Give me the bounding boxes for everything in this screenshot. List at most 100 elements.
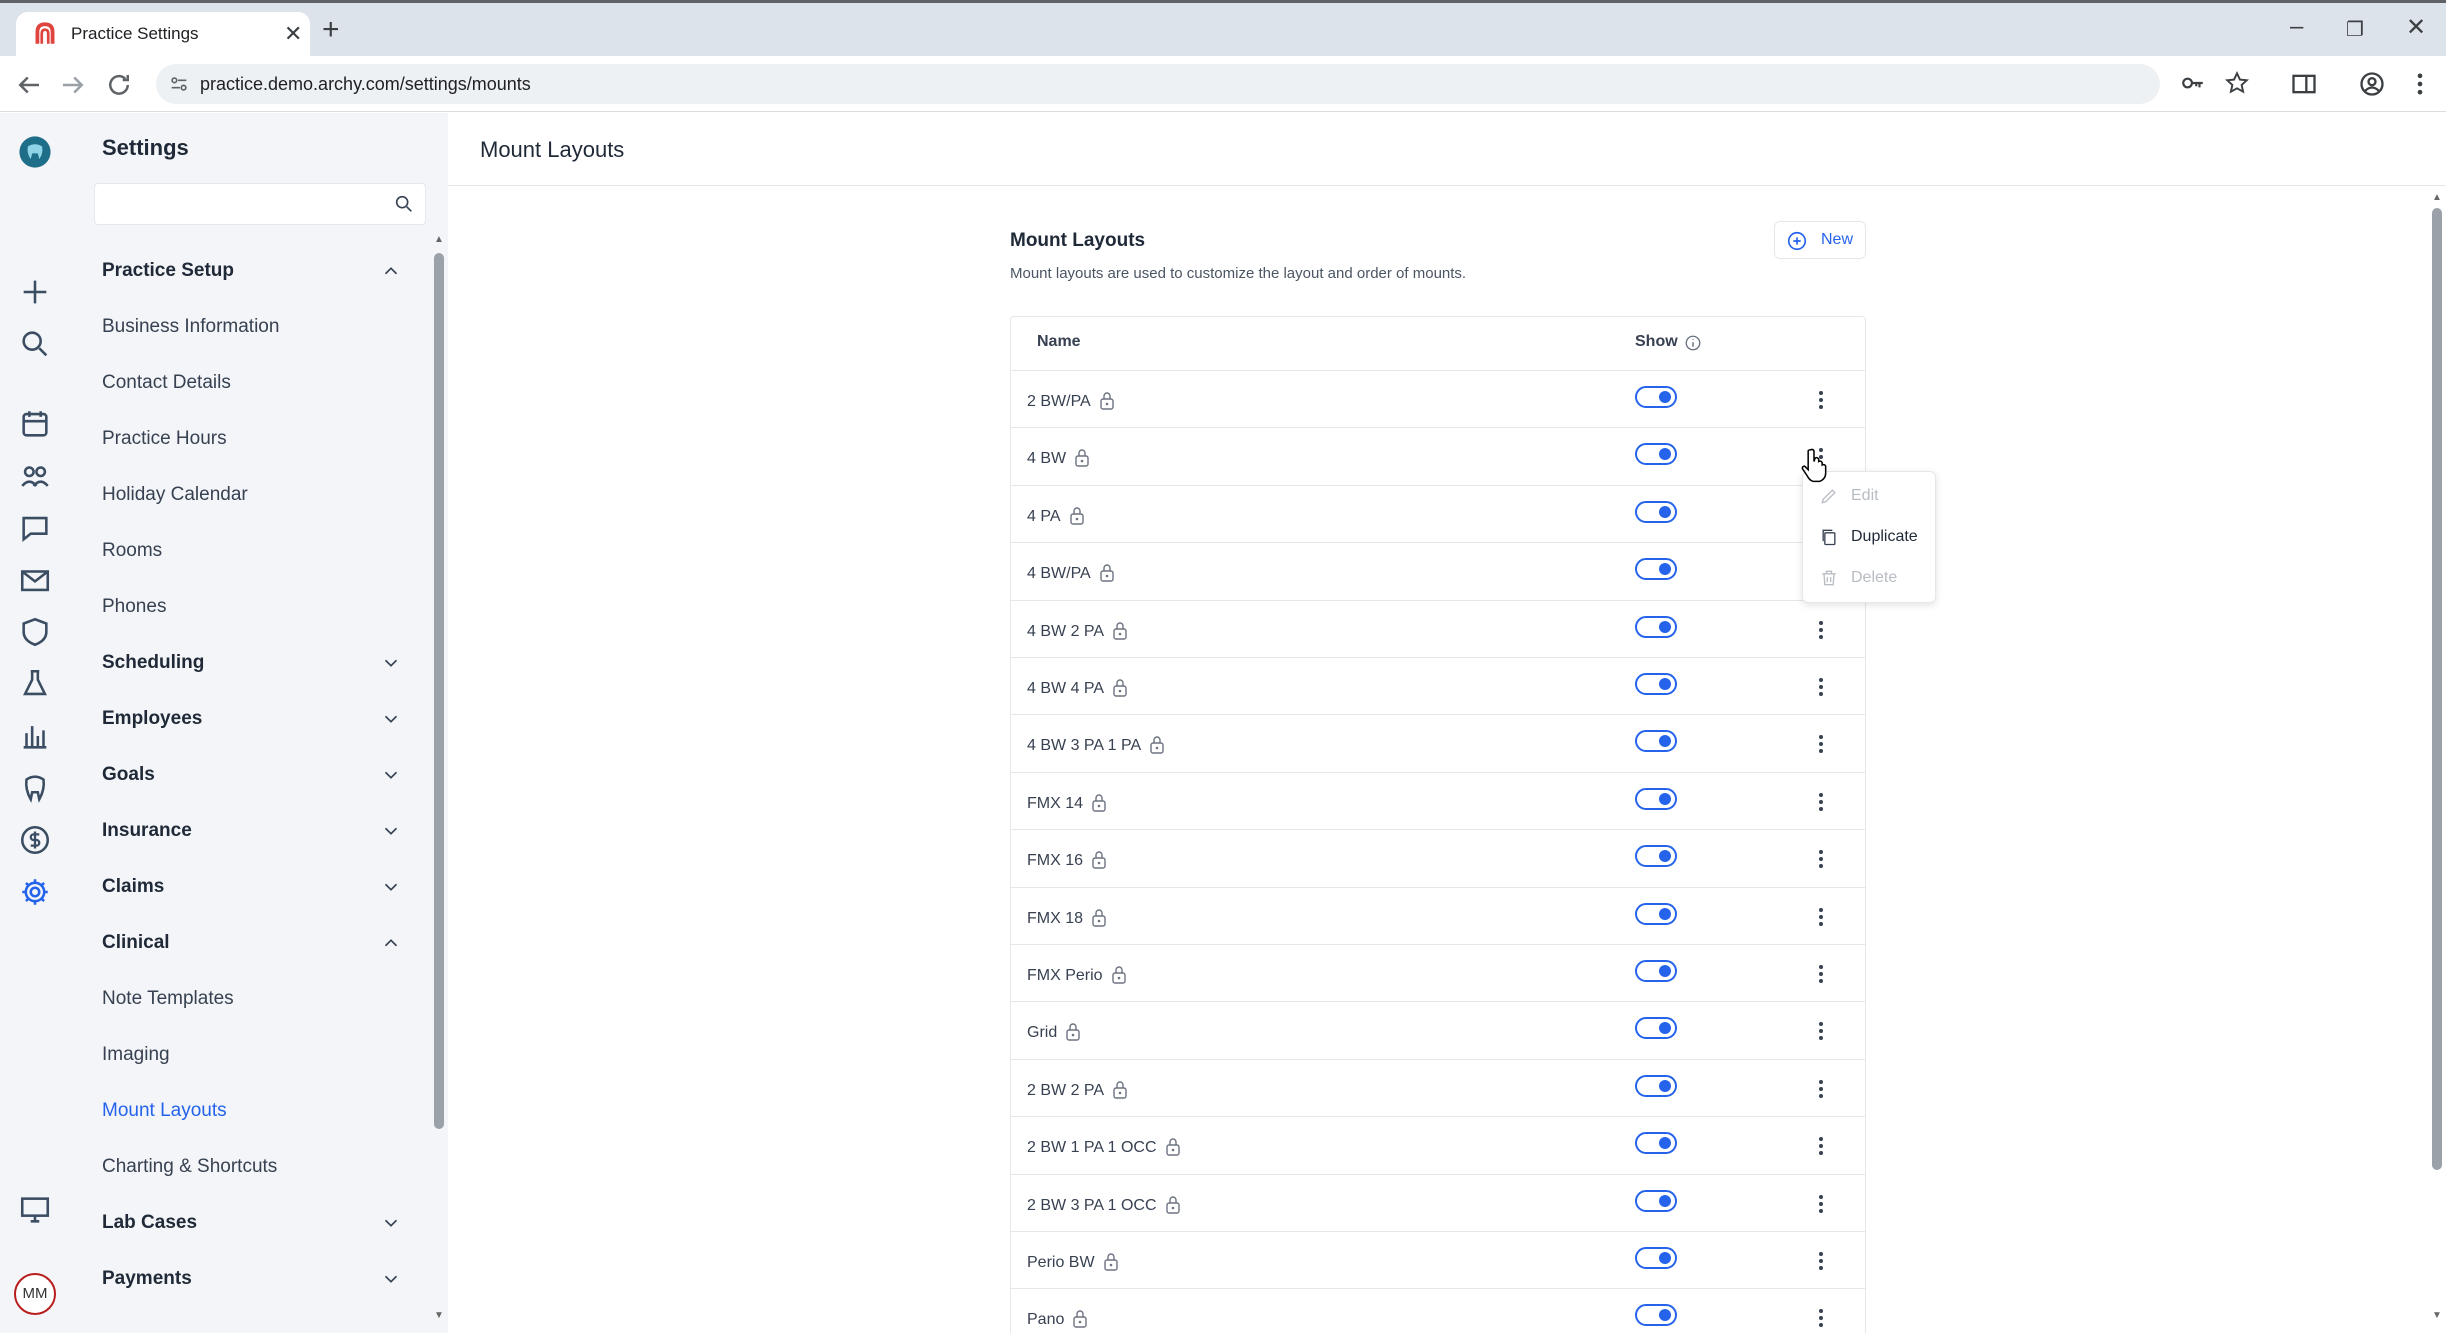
more-actions-icon[interactable] bbox=[1809, 961, 1833, 987]
show-toggle[interactable] bbox=[1635, 845, 1677, 868]
sidebar-item-phones[interactable]: Phones bbox=[102, 592, 166, 622]
section-description: Mount layouts are used to customize the … bbox=[1010, 265, 1467, 282]
bookmark-star-icon[interactable] bbox=[2224, 70, 2250, 96]
menu-item-delete[interactable]: Delete bbox=[1803, 558, 1937, 598]
more-actions-icon[interactable] bbox=[1809, 1248, 1833, 1274]
show-toggle[interactable] bbox=[1635, 1189, 1677, 1212]
sidebar-scrollbar[interactable] bbox=[434, 253, 444, 1129]
show-toggle[interactable] bbox=[1635, 386, 1677, 408]
sidebar-search[interactable] bbox=[94, 183, 426, 225]
show-toggle[interactable] bbox=[1635, 1132, 1677, 1155]
tab-close-icon[interactable]: ✕ bbox=[284, 21, 302, 47]
show-toggle[interactable] bbox=[1635, 960, 1677, 982]
browser-tab[interactable]: Practice Settings ✕ bbox=[16, 12, 310, 59]
column-header-name: Name bbox=[1037, 333, 1081, 350]
more-actions-icon[interactable] bbox=[1809, 1133, 1833, 1159]
show-toggle[interactable] bbox=[1635, 730, 1677, 753]
more-actions-icon[interactable] bbox=[1809, 846, 1833, 872]
profile-icon[interactable] bbox=[2358, 70, 2386, 98]
nav-group-insurance[interactable]: Insurance bbox=[102, 816, 402, 846]
more-actions-icon[interactable] bbox=[1809, 617, 1833, 643]
address-bar[interactable]: practice.demo.archy.com/settings/mounts bbox=[156, 64, 2249, 104]
monitor-icon[interactable] bbox=[18, 1193, 52, 1227]
sidebar-item-mount-layouts[interactable]: Mount Layouts bbox=[102, 1096, 227, 1126]
bar-chart-icon[interactable] bbox=[18, 719, 52, 753]
more-actions-icon[interactable] bbox=[1809, 731, 1833, 757]
show-toggle[interactable] bbox=[1635, 1247, 1677, 1269]
restore-icon[interactable]: ❐ bbox=[2346, 17, 2364, 42]
sidebar-scroll-up-icon[interactable]: ▲ bbox=[434, 234, 444, 245]
main-scroll-up-icon[interactable]: ▲ bbox=[2432, 192, 2442, 203]
side-panel-icon[interactable] bbox=[2290, 70, 2318, 98]
search-icon[interactable] bbox=[393, 193, 415, 215]
window-close-icon[interactable]: ✕ bbox=[2406, 13, 2426, 42]
calendar-icon[interactable] bbox=[18, 407, 52, 441]
user-avatar[interactable]: MM bbox=[14, 1273, 56, 1315]
gear-icon[interactable] bbox=[18, 875, 52, 909]
forward-icon[interactable] bbox=[58, 70, 88, 100]
search-icon[interactable] bbox=[18, 327, 52, 361]
sidebar-item-charting-shortcuts[interactable]: Charting & Shortcuts bbox=[102, 1152, 277, 1182]
row-name-text: 2 BW 3 PA 1 OCC bbox=[1027, 1196, 1157, 1214]
browser-menu-icon[interactable] bbox=[2406, 70, 2434, 98]
sidebar-scroll-down-icon[interactable]: ▼ bbox=[434, 1310, 444, 1321]
show-toggle[interactable] bbox=[1635, 500, 1677, 523]
more-actions-icon[interactable] bbox=[1809, 1018, 1833, 1044]
sidebar-item-rooms[interactable]: Rooms bbox=[102, 536, 162, 566]
mail-icon[interactable] bbox=[18, 563, 52, 597]
back-icon[interactable] bbox=[14, 70, 44, 100]
more-actions-icon[interactable] bbox=[1809, 789, 1833, 815]
info-icon[interactable] bbox=[1684, 334, 1702, 352]
nav-group-scheduling[interactable]: Scheduling bbox=[102, 648, 402, 678]
sidebar-item-note-templates[interactable]: Note Templates bbox=[102, 984, 234, 1014]
show-toggle[interactable] bbox=[1635, 1017, 1677, 1040]
reload-icon[interactable] bbox=[104, 70, 134, 100]
more-actions-icon[interactable] bbox=[1809, 387, 1833, 413]
new-mount-layout-button[interactable]: New bbox=[1774, 221, 1866, 259]
shield-icon[interactable] bbox=[18, 615, 52, 649]
menu-item-duplicate[interactable]: Duplicate bbox=[1803, 517, 1937, 557]
nav-group-claims[interactable]: Claims bbox=[102, 872, 402, 902]
more-actions-icon[interactable] bbox=[1809, 1076, 1833, 1102]
main-scroll-down-icon[interactable]: ▼ bbox=[2432, 1310, 2442, 1321]
sidebar-item-holiday-calendar[interactable]: Holiday Calendar bbox=[102, 480, 248, 510]
show-toggle[interactable] bbox=[1635, 615, 1677, 638]
sidebar-item-business-information[interactable]: Business Information bbox=[102, 312, 279, 342]
show-toggle[interactable] bbox=[1635, 443, 1677, 466]
show-toggle[interactable] bbox=[1635, 1304, 1677, 1327]
password-key-icon[interactable] bbox=[2180, 70, 2206, 96]
chevron-up-icon bbox=[384, 267, 398, 275]
show-toggle[interactable] bbox=[1635, 902, 1677, 925]
more-actions-icon[interactable] bbox=[1809, 674, 1833, 700]
patients-icon[interactable] bbox=[18, 459, 52, 493]
flask-icon[interactable] bbox=[18, 667, 52, 701]
site-info-icon[interactable] bbox=[168, 73, 190, 95]
show-toggle[interactable] bbox=[1635, 558, 1677, 581]
chat-icon[interactable] bbox=[18, 511, 52, 545]
nav-group-practice-setup[interactable]: Practice Setup bbox=[102, 256, 402, 286]
nav-group-employees[interactable]: Employees bbox=[102, 704, 402, 734]
show-toggle[interactable] bbox=[1635, 787, 1677, 810]
sidebar-item-imaging[interactable]: Imaging bbox=[102, 1040, 170, 1070]
nav-group-payments[interactable]: Payments bbox=[102, 1264, 402, 1294]
dollar-icon[interactable] bbox=[18, 823, 52, 857]
tooth-icon[interactable] bbox=[18, 771, 52, 805]
tooth-logo-icon[interactable] bbox=[18, 135, 52, 169]
nav-group-goals[interactable]: Goals bbox=[102, 760, 402, 790]
page-title: Mount Layouts bbox=[480, 137, 625, 162]
sidebar-search-input[interactable] bbox=[95, 184, 375, 222]
table-row: 4 BW 3 PA 1 PA bbox=[1011, 715, 1865, 773]
plus-icon[interactable] bbox=[18, 275, 52, 309]
show-toggle[interactable] bbox=[1635, 1074, 1677, 1097]
sidebar-item-practice-hours[interactable]: Practice Hours bbox=[102, 424, 227, 454]
minimize-icon[interactable]: – bbox=[2290, 13, 2303, 41]
more-actions-icon[interactable] bbox=[1809, 1305, 1833, 1331]
more-actions-icon[interactable] bbox=[1809, 1191, 1833, 1217]
main-scrollbar[interactable] bbox=[2432, 208, 2442, 1170]
more-actions-icon[interactable] bbox=[1809, 904, 1833, 930]
new-tab-icon[interactable]: + bbox=[322, 12, 340, 48]
sidebar-item-contact-details[interactable]: Contact Details bbox=[102, 368, 231, 398]
nav-group-lab-cases[interactable]: Lab Cases bbox=[102, 1208, 402, 1238]
show-toggle[interactable] bbox=[1635, 673, 1677, 695]
nav-group-clinical[interactable]: Clinical bbox=[102, 928, 402, 958]
